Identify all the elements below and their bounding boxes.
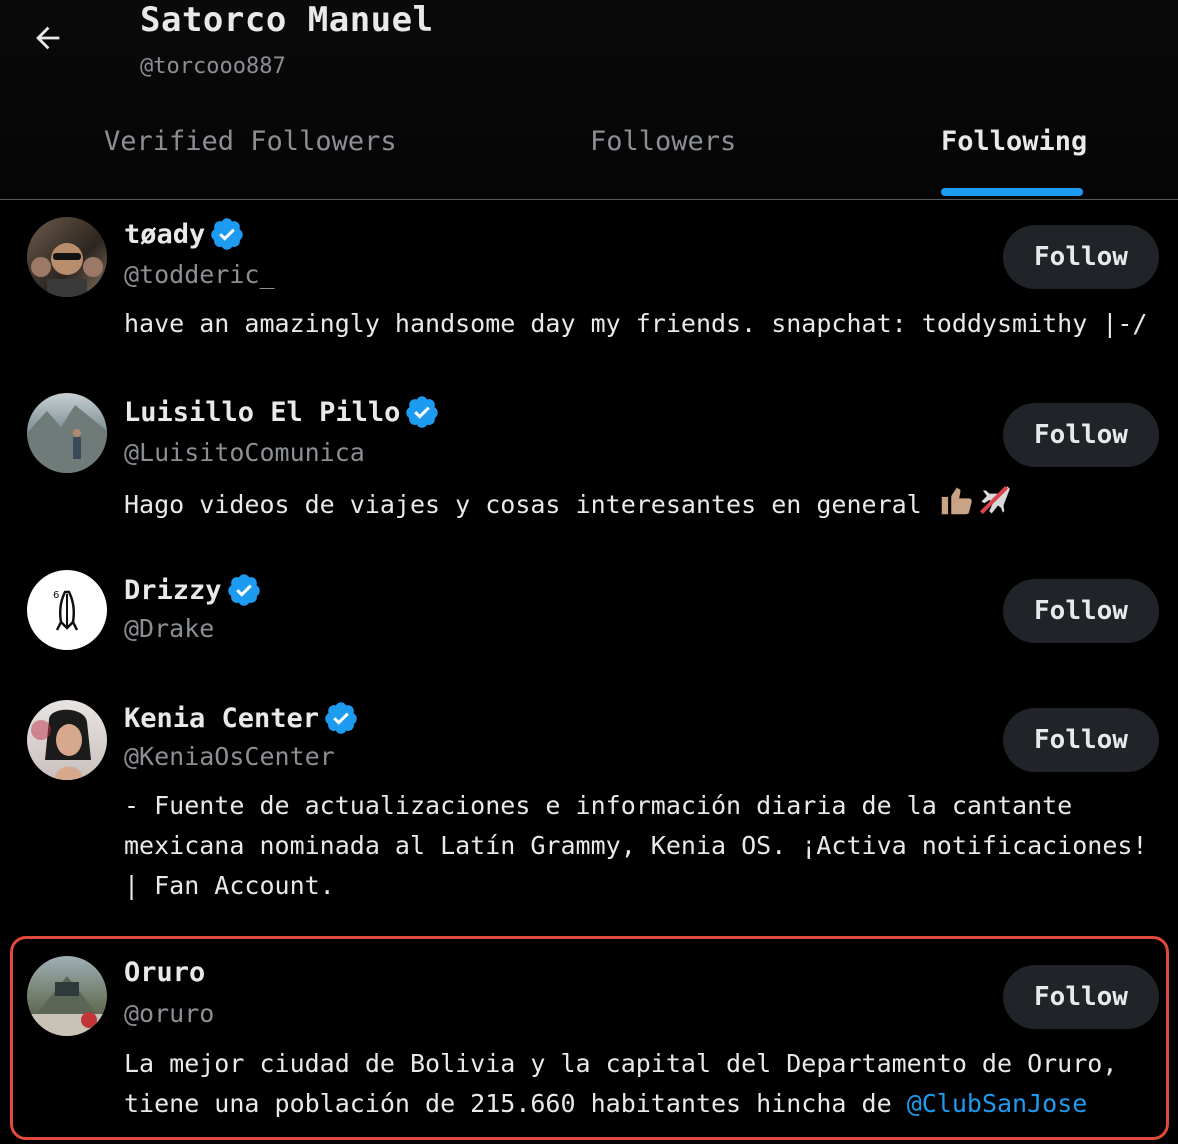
verified-badge-icon <box>226 572 262 608</box>
user-name[interactable]: Oruro <box>124 957 205 988</box>
avatar[interactable] <box>27 700 107 780</box>
profile-handle: @torcooo887 <box>140 54 286 79</box>
user-handle[interactable]: @oruro <box>124 999 214 1028</box>
user-handle[interactable]: @Drake <box>124 614 214 643</box>
avatar-photo-icon <box>27 976 107 1036</box>
user-bio-text: Hago videos de viajes y cosas interesant… <box>124 490 922 519</box>
user-handle[interactable]: @LuisitoComunica <box>124 438 365 467</box>
follow-button[interactable]: Follow <box>1003 225 1159 289</box>
user-bio: have an amazingly handsome day my friend… <box>124 309 1148 338</box>
list-item[interactable]: 6 Drizzy @Drake Follow <box>0 556 1178 696</box>
user-name-line: Drizzy <box>124 572 262 608</box>
verified-badge-icon <box>404 394 440 430</box>
profile-header: Satorco Manuel @torcooo887 Verified Foll… <box>0 0 1178 200</box>
user-handle[interactable]: @KeniaOsCenter <box>124 742 335 771</box>
user-name[interactable]: Drizzy <box>124 575 222 606</box>
active-tab-indicator <box>941 188 1083 196</box>
avatar-photo-icon <box>31 709 91 780</box>
tab-bar: Verified Followers Followers Following <box>0 118 1178 200</box>
avatar-photo-icon <box>31 243 103 297</box>
list-item[interactable]: Luisillo El Pillo @LuisitoComunica Follo… <box>0 378 1178 558</box>
avatar[interactable]: 6 <box>27 570 107 650</box>
user-name-line: Oruro <box>124 957 205 988</box>
follow-button[interactable]: Follow <box>1003 965 1159 1029</box>
user-name[interactable]: Luisillo El Pillo <box>124 397 400 428</box>
user-bio: La mejor ciudad de Bolivia y la capital … <box>124 1044 1154 1124</box>
follow-button[interactable]: Follow <box>1003 579 1159 643</box>
back-button[interactable] <box>24 14 72 62</box>
avatar[interactable] <box>27 217 107 297</box>
verified-badge-icon <box>323 700 359 736</box>
praying-hands-icon: 6 <box>53 590 79 631</box>
svg-text:6: 6 <box>53 590 59 601</box>
tab-following[interactable]: Following <box>941 126 1087 157</box>
arrow-left-icon <box>36 26 60 50</box>
avatar-photo-icon <box>27 405 107 473</box>
user-name[interactable]: Kenia Center <box>124 703 319 734</box>
mention-link[interactable]: @ClubSanJose <box>907 1089 1088 1118</box>
verified-badge-icon <box>209 216 245 252</box>
tab-verified-followers[interactable]: Verified Followers <box>104 126 397 157</box>
user-bio: Hago videos de viajes y cosas interesant… <box>124 481 1154 531</box>
list-item[interactable]: tøady @todderic_ Follow have an amazingl… <box>0 200 1178 380</box>
list-item[interactable]: Kenia Center @KeniaOsCenter Follow - Fue… <box>0 684 1178 924</box>
user-handle[interactable]: @todderic_ <box>124 260 275 289</box>
profile-name: Satorco Manuel <box>140 0 434 40</box>
thumbs-up-icon <box>937 481 975 531</box>
avatar[interactable] <box>27 393 107 473</box>
user-name[interactable]: tøady <box>124 219 205 250</box>
tab-followers[interactable]: Followers <box>590 126 736 157</box>
user-bio: - Fuente de actualizaciones e informació… <box>124 791 1148 900</box>
list-item[interactable]: Oruro @oruro Follow La mejor ciudad de B… <box>0 941 1178 1141</box>
user-name-line: tøady <box>124 216 245 252</box>
follow-button[interactable]: Follow <box>1003 708 1159 772</box>
avatar[interactable] <box>27 956 107 1036</box>
user-name-line: Kenia Center <box>124 700 359 736</box>
follow-button[interactable]: Follow <box>1003 403 1159 467</box>
airplane-icon <box>975 481 1013 531</box>
user-name-line: Luisillo El Pillo <box>124 394 440 430</box>
